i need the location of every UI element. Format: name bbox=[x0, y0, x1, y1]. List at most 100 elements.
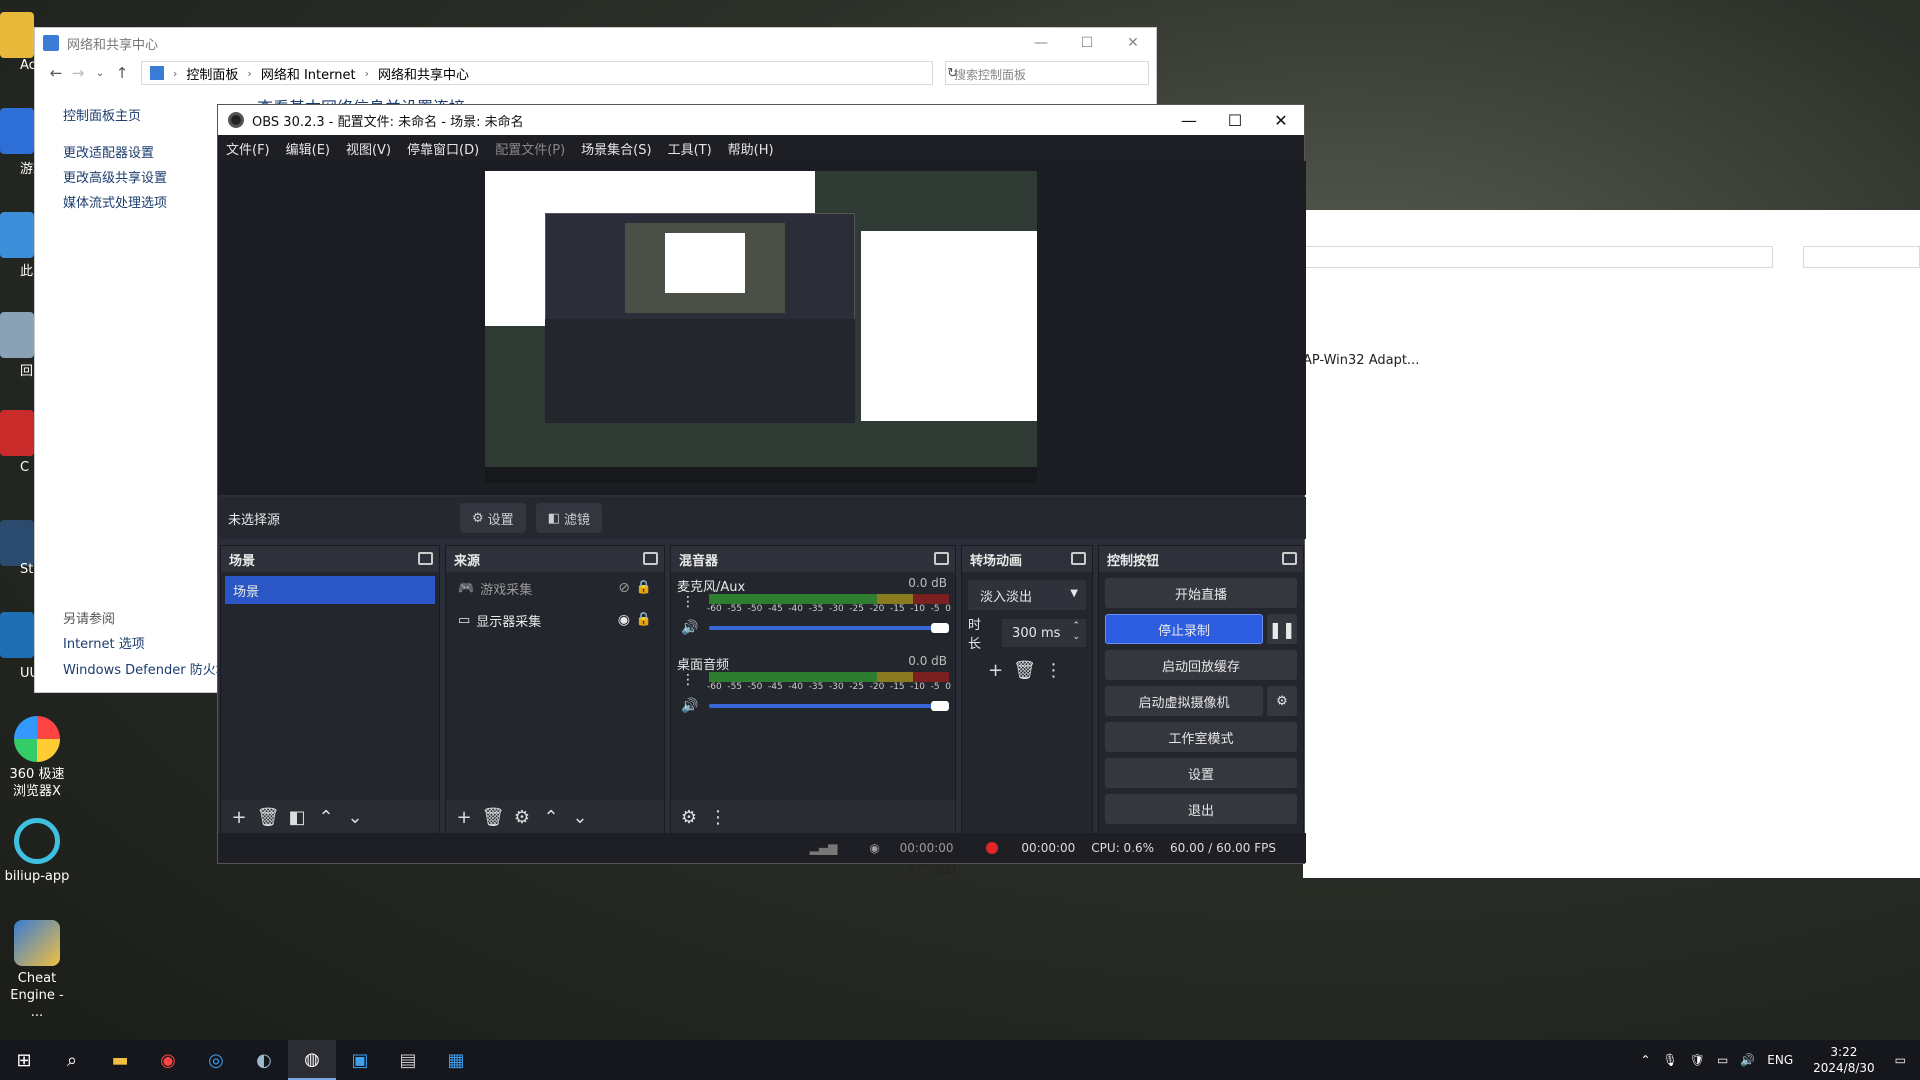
desktop-icon-recycle[interactable] bbox=[0, 312, 34, 358]
studio-mode-button[interactable]: 工作室模式 bbox=[1105, 722, 1297, 752]
preview-area[interactable] bbox=[218, 161, 1306, 495]
menu-file[interactable]: 文件(F) bbox=[226, 139, 270, 158]
eye-icon[interactable]: ◉ bbox=[618, 612, 630, 628]
desktop-icon-biliup[interactable]: biliup-app bbox=[4, 818, 70, 885]
up-arrow-icon[interactable]: ↑ bbox=[111, 64, 133, 82]
see-also-firewall[interactable]: Windows Defender 防火墙 bbox=[63, 659, 229, 678]
minimize-button[interactable]: — bbox=[1166, 105, 1212, 135]
breadcrumb-item[interactable]: 控制面板 bbox=[186, 64, 238, 83]
volume-icon[interactable]: 🔊 bbox=[1740, 1053, 1755, 1067]
volume-slider-handle[interactable] bbox=[931, 623, 949, 633]
eye-hidden-icon[interactable]: ⊘ bbox=[618, 580, 630, 596]
add-icon[interactable]: + bbox=[452, 805, 476, 829]
kebab-menu-icon[interactable]: ⋮ bbox=[681, 672, 695, 688]
menu-scene-collection[interactable]: 场景集合(S) bbox=[581, 139, 651, 158]
sidebar-link-media[interactable]: 媒体流式处理选项 bbox=[63, 192, 167, 211]
duration-input[interactable]: 300 ms ⌃ ⌄ bbox=[1002, 619, 1086, 647]
windows-start-icon[interactable]: ⊞ bbox=[0, 1040, 48, 1080]
desktop-icon-game[interactable] bbox=[0, 108, 34, 154]
minimize-button[interactable]: — bbox=[1018, 28, 1064, 58]
file-explorer-icon[interactable]: ▬ bbox=[96, 1040, 144, 1080]
settings-button[interactable]: 设置 bbox=[1105, 758, 1297, 788]
scene-item[interactable]: 场景 bbox=[225, 576, 435, 604]
breadcrumb-item[interactable]: 网络和共享中心 bbox=[378, 64, 469, 83]
desktop-icon-360-browser[interactable]: 360 极速浏览器X bbox=[4, 716, 70, 800]
sidebar-link-sharing[interactable]: 更改高级共享设置 bbox=[63, 167, 167, 186]
network-app-icon[interactable]: ▤ bbox=[384, 1040, 432, 1080]
menu-tools[interactable]: 工具(T) bbox=[668, 139, 712, 158]
spinner-arrows-icon[interactable]: ⌃ ⌄ bbox=[1072, 621, 1080, 643]
app-icon[interactable]: ◎ bbox=[192, 1040, 240, 1080]
gear-icon[interactable]: ⚙ bbox=[510, 805, 534, 829]
network-icon[interactable]: ▭ bbox=[1717, 1053, 1728, 1067]
close-button[interactable]: ✕ bbox=[1258, 105, 1304, 135]
trash-icon[interactable]: 🗑 bbox=[1013, 658, 1037, 682]
pause-recording-button[interactable]: ❚❚ bbox=[1267, 614, 1297, 644]
speaker-icon[interactable]: 🔊 bbox=[681, 698, 698, 714]
move-up-icon[interactable]: ⌃ bbox=[539, 805, 563, 829]
desktop-icon-app[interactable] bbox=[0, 410, 34, 456]
adapter-item[interactable]: AP-Win32 Adapt... bbox=[1303, 353, 1419, 368]
sidebar-link-adapter[interactable]: 更改适配器设置 bbox=[63, 142, 154, 161]
advanced-audio-icon[interactable]: ⚙ bbox=[677, 805, 701, 829]
add-icon[interactable]: + bbox=[984, 658, 1008, 682]
explorer-taskbar-icon[interactable]: ▦ bbox=[432, 1040, 480, 1080]
search-icon[interactable]: ⌕ bbox=[48, 1040, 96, 1080]
breadcrumb-item[interactable]: 网络和 Internet bbox=[261, 64, 356, 83]
source-item[interactable]: ▭ 显示器采集 ◉ 🔒 bbox=[446, 604, 664, 636]
desktop-icon-folder[interactable] bbox=[0, 12, 34, 58]
volume-slider[interactable] bbox=[709, 623, 949, 633]
exit-button[interactable]: 退出 bbox=[1105, 794, 1297, 824]
volume-slider-handle[interactable] bbox=[931, 701, 949, 711]
start-replay-buffer-button[interactable]: 启动回放缓存 bbox=[1105, 650, 1297, 680]
lock-icon[interactable]: 🔒 bbox=[636, 580, 652, 595]
explorer-address-bar[interactable] bbox=[1303, 246, 1773, 268]
start-virtual-camera-button[interactable]: 启动虚拟摄像机 bbox=[1105, 686, 1263, 716]
transition-select[interactable]: 淡入淡出 ▼ bbox=[968, 580, 1086, 610]
maximize-button[interactable]: ☐ bbox=[1212, 105, 1258, 135]
virtual-camera-settings-button[interactable]: ⚙ bbox=[1267, 686, 1297, 716]
move-down-icon[interactable]: ⌄ bbox=[343, 805, 367, 829]
stop-recording-button[interactable]: 停止录制 bbox=[1105, 614, 1263, 644]
sidebar-home-link[interactable]: 控制面板主页 bbox=[63, 105, 141, 124]
desktop-icon-steam[interactable] bbox=[0, 520, 34, 566]
clock[interactable]: 3:22 2024/8/30 bbox=[1813, 1044, 1875, 1076]
desktop-icon-uu[interactable] bbox=[0, 612, 34, 658]
start-streaming-button[interactable]: 开始直播 bbox=[1105, 578, 1297, 608]
menu-docks[interactable]: 停靠窗口(D) bbox=[407, 139, 479, 158]
menu-help[interactable]: 帮助(H) bbox=[728, 139, 774, 158]
steam-icon[interactable]: ◐ bbox=[240, 1040, 288, 1080]
explorer-search-box[interactable] bbox=[1803, 246, 1920, 268]
source-settings-button[interactable]: ⚙ 设置 bbox=[460, 503, 526, 533]
popout-icon[interactable] bbox=[934, 552, 949, 565]
move-down-icon[interactable]: ⌄ bbox=[568, 805, 592, 829]
source-filters-button[interactable]: ◧ 滤镜 bbox=[535, 503, 602, 533]
kebab-menu-icon[interactable]: ⋮ bbox=[681, 594, 695, 610]
add-icon[interactable]: + bbox=[227, 805, 251, 829]
recent-chevron-icon[interactable]: ⌄ bbox=[89, 68, 111, 79]
maximize-button[interactable]: ☐ bbox=[1064, 28, 1110, 58]
popout-icon[interactable] bbox=[1071, 552, 1086, 565]
trash-icon[interactable]: 🗑 bbox=[256, 805, 280, 829]
menu-view[interactable]: 视图(V) bbox=[346, 139, 391, 158]
source-item[interactable]: 🎮 游戏采集 ⊘ 🔒 bbox=[446, 572, 664, 604]
control-panel-taskbar-icon[interactable]: ▣ bbox=[336, 1040, 384, 1080]
forward-arrow-icon[interactable]: → bbox=[67, 64, 89, 82]
speaker-icon[interactable]: 🔊 bbox=[681, 620, 698, 636]
lock-icon[interactable]: 🔒 bbox=[636, 612, 652, 627]
chevron-up-icon[interactable]: ⌃ bbox=[1640, 1053, 1650, 1067]
back-arrow-icon[interactable]: ← bbox=[45, 64, 67, 82]
move-up-icon[interactable]: ⌃ bbox=[314, 805, 338, 829]
kebab-menu-icon[interactable]: ⋮ bbox=[1042, 658, 1066, 682]
menu-edit[interactable]: 编辑(E) bbox=[286, 139, 330, 158]
desktop-icon-cheat-engine[interactable]: Cheat Engine - ... bbox=[4, 920, 70, 1021]
obs-taskbar-icon[interactable]: ◍ bbox=[288, 1040, 336, 1080]
see-also-internet-options[interactable]: Internet 选项 bbox=[63, 633, 145, 652]
trash-icon[interactable]: 🗑 bbox=[481, 805, 505, 829]
close-button[interactable]: ✕ bbox=[1110, 28, 1156, 58]
microphone-icon[interactable]: 🎙 bbox=[1663, 1053, 1678, 1067]
popout-icon[interactable] bbox=[418, 552, 433, 565]
breadcrumb[interactable]: › 控制面板 › 网络和 Internet › 网络和共享中心 ↻ bbox=[141, 61, 958, 85]
search-input[interactable]: 搜索控制面板 bbox=[945, 61, 1149, 85]
menu-profile[interactable]: 配置文件(P) bbox=[495, 139, 565, 158]
